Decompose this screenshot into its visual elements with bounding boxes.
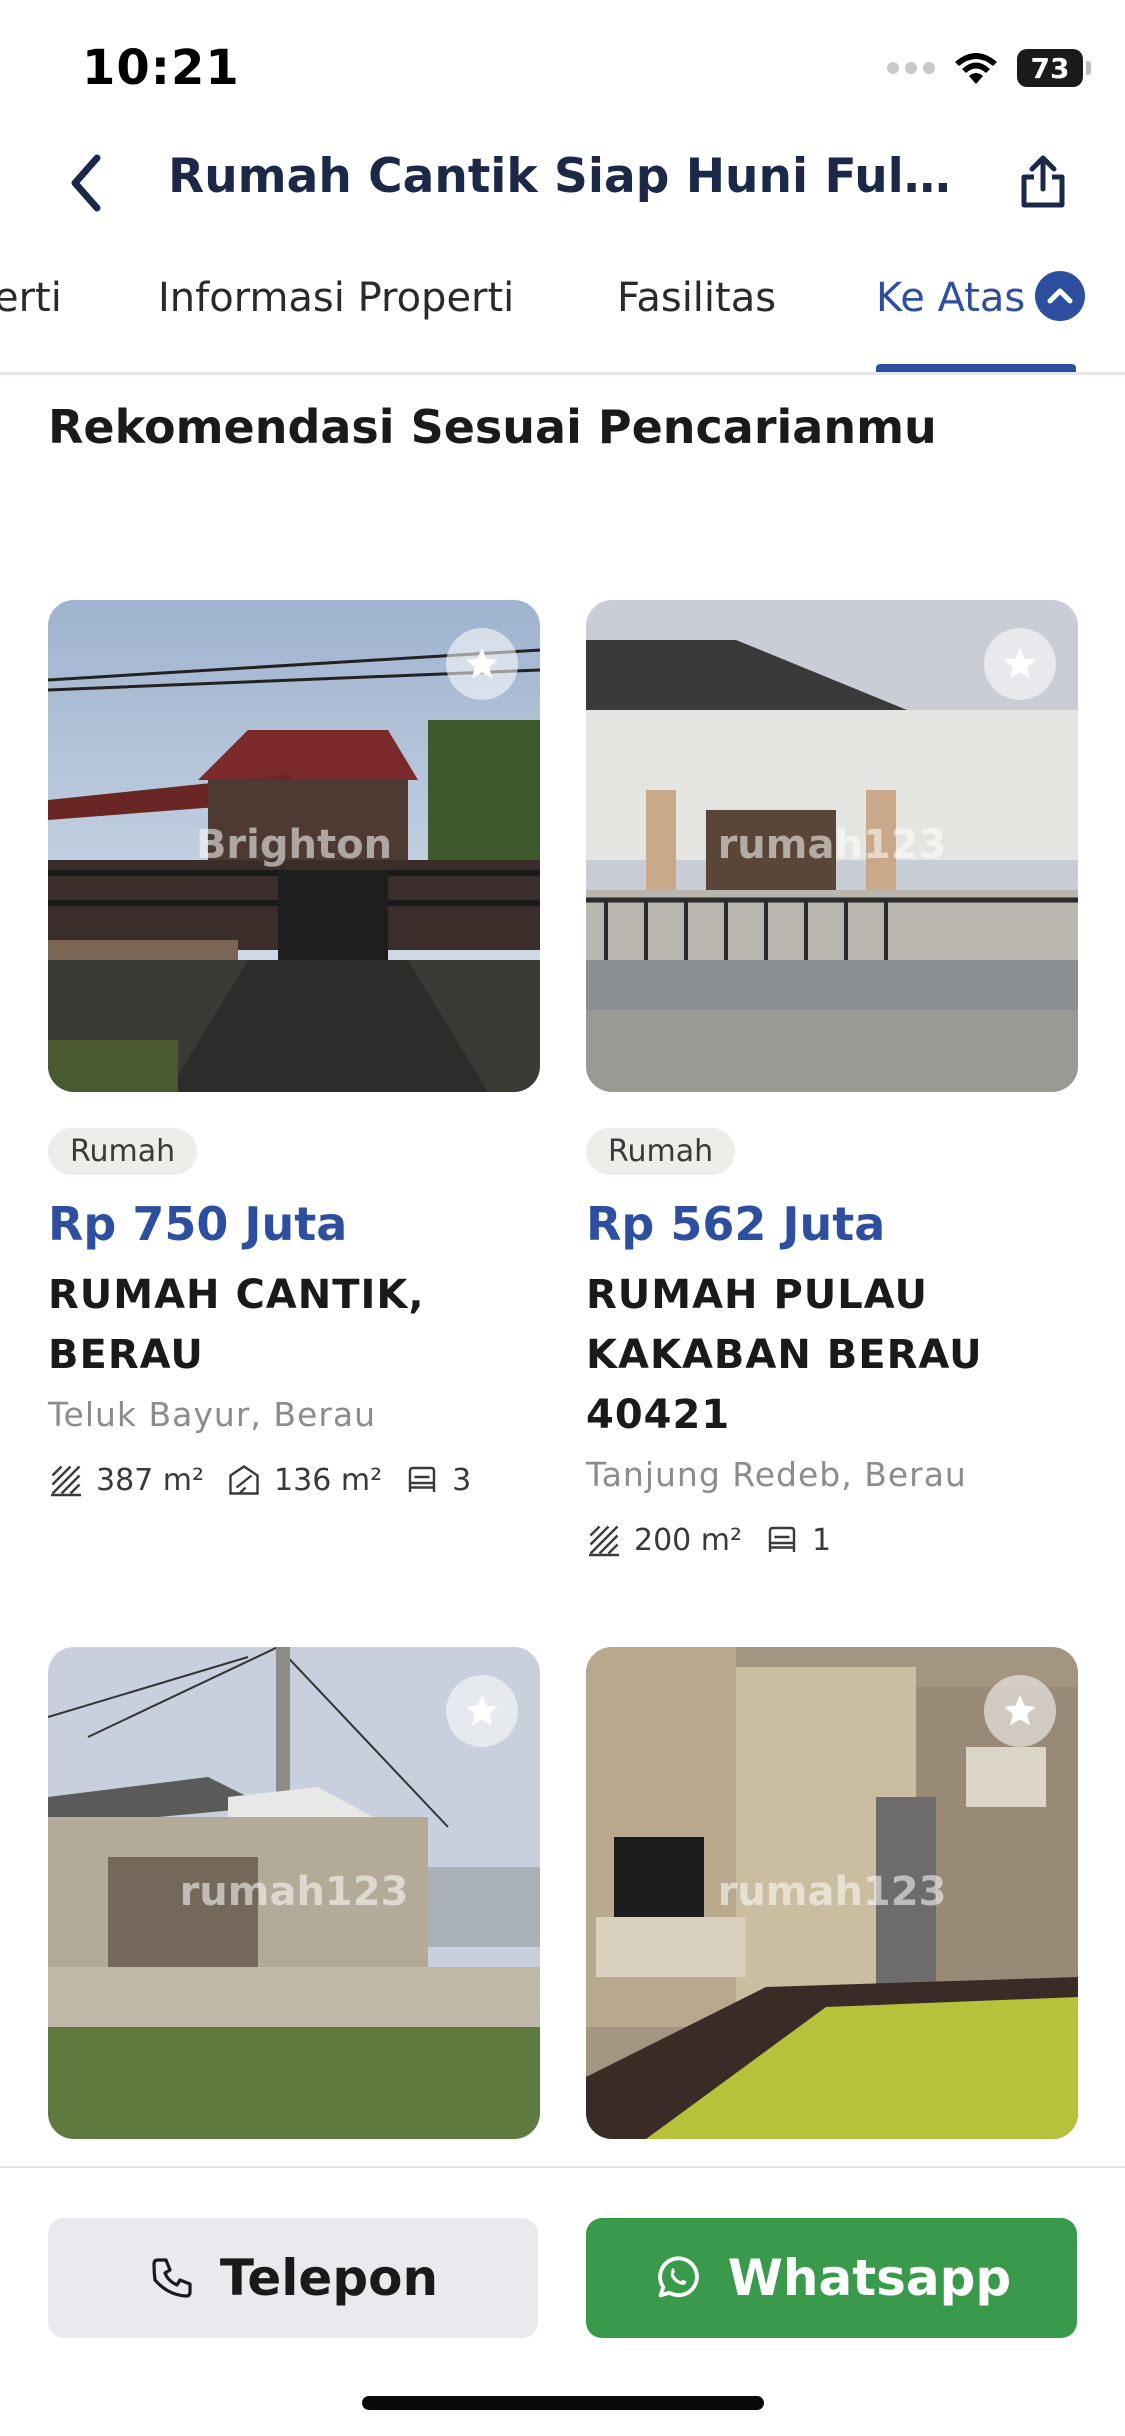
home-indicator (362, 2396, 764, 2410)
building-area-icon (229, 1465, 259, 1495)
listing-photo[interactable]: rumah123 (586, 1647, 1078, 2139)
listing-photo[interactable]: rumah123 (48, 1647, 540, 2139)
listing-location: Tanjung Redeb, Berau (586, 1455, 967, 1494)
photo-watermark: rumah123 (717, 1869, 947, 1915)
wifi-icon (955, 53, 997, 84)
back-button[interactable] (50, 143, 120, 223)
whatsapp-icon (657, 2256, 699, 2298)
building-area-spec: 136 m² (226, 1462, 382, 1498)
listing-price: Rp 750 Juta (48, 1197, 348, 1251)
favorite-button[interactable] (984, 1675, 1056, 1747)
status-indicators: 73 (887, 46, 1091, 90)
land-area-icon (589, 1525, 619, 1557)
battery-icon: 73 (1017, 49, 1091, 87)
tab-previous-partial[interactable]: erti (0, 275, 62, 321)
telepon-button[interactable]: Telepon (48, 2218, 538, 2338)
listing-location: Teluk Bayur, Berau (48, 1395, 377, 1434)
chevron-up-icon (1035, 271, 1086, 321)
listing-card[interactable]: Brighton Rumah Rp 750 Juta RUMAH CANTIK,… (48, 600, 540, 1498)
cellular-signal-icon (887, 62, 935, 74)
listing-title: RUMAH CANTIK, BERAU (48, 1272, 425, 1378)
whatsapp-label: Whatsapp (727, 2249, 1012, 2307)
star-icon (466, 648, 498, 679)
listing-price: Rp 562 Juta (586, 1197, 886, 1251)
tab-fasilitas[interactable]: Fasilitas (617, 275, 776, 321)
share-icon (1021, 155, 1065, 208)
bed-icon (408, 1466, 436, 1492)
bedrooms-spec: 3 (404, 1462, 471, 1498)
favorite-button[interactable] (984, 628, 1056, 700)
land-area-spec: 200 m² (586, 1522, 742, 1558)
share-button[interactable] (1010, 149, 1076, 215)
favorite-button[interactable] (446, 628, 518, 700)
app-header: Rumah Cantik Siap Huni Full Furnish (0, 135, 1125, 230)
tab-informasi-properti[interactable]: Informasi Properti (158, 275, 514, 321)
tab-bar: erti Informasi Properti Fasilitas Ke Ata… (0, 255, 1125, 375)
listing-card[interactable]: rumah123 (586, 1647, 1078, 2139)
bed-icon (768, 1526, 796, 1552)
listing-title: RUMAH PULAU KAKABAN BERAU 40421 (586, 1272, 983, 1438)
listing-photo[interactable]: rumah123 (586, 600, 1078, 1092)
status-bar: 10:21 73 (0, 0, 1125, 135)
land-area-spec: 387 m² (48, 1462, 204, 1498)
bedrooms-value: 3 (452, 1462, 472, 1498)
photo-watermark: Brighton (195, 822, 393, 868)
tab-ke-atas[interactable]: Ke Atas (876, 271, 1086, 325)
building-area-value: 136 m² (274, 1462, 383, 1498)
page-title: Rumah Cantik Siap Huni Full Furnish (168, 149, 958, 204)
bedrooms-spec: 1 (764, 1522, 831, 1558)
land-area-value: 200 m² (634, 1522, 743, 1558)
favorite-button[interactable] (446, 1675, 518, 1747)
land-area-value: 387 m² (96, 1462, 205, 1498)
listing-photo[interactable]: Brighton (48, 600, 540, 1092)
star-icon (466, 1695, 498, 1726)
chevron-left-icon (71, 154, 101, 212)
star-icon (1004, 1695, 1036, 1726)
telepon-label: Telepon (219, 2249, 439, 2307)
active-tab-indicator (876, 364, 1076, 372)
photo-watermark: rumah123 (717, 822, 947, 868)
listing-specs: 387 m² 136 m² 3 (48, 1462, 540, 1498)
bedrooms-value: 1 (812, 1522, 832, 1558)
land-area-icon (51, 1465, 81, 1497)
status-time: 10:21 (82, 40, 240, 96)
photo-watermark: rumah123 (179, 1869, 409, 1915)
battery-level: 73 (1030, 51, 1070, 85)
star-icon (1004, 648, 1036, 679)
property-type-badge: Rumah (586, 1128, 736, 1175)
listing-card[interactable]: rumah123 Rumah Rp 562 Juta RUMAH PULAU K… (586, 600, 1078, 1558)
property-type-badge: Rumah (48, 1128, 198, 1175)
listing-specs: 200 m² 1 (586, 1522, 1078, 1558)
tab-ke-atas-label: Ke Atas (876, 275, 1026, 321)
listing-card[interactable]: rumah123 (48, 1647, 540, 2139)
whatsapp-button[interactable]: Whatsapp (586, 2218, 1077, 2338)
section-title: Rekomendasi Sesuai Pencarianmu (48, 400, 937, 454)
phone-icon (152, 2258, 192, 2298)
